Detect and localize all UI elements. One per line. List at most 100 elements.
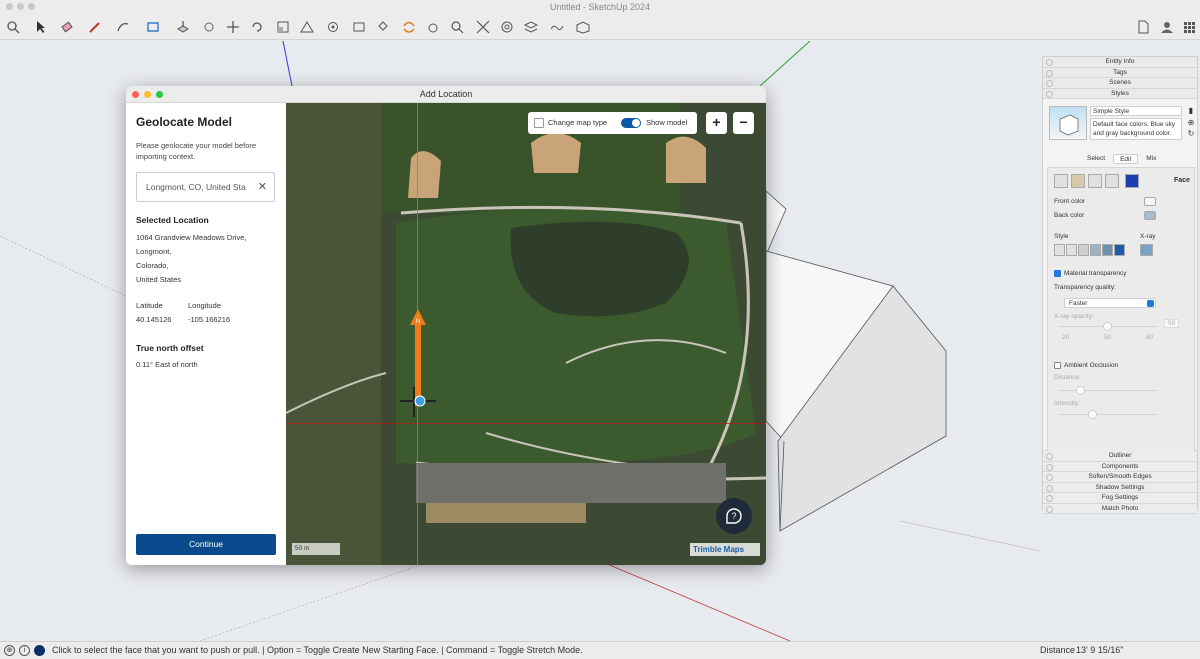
account-icon[interactable]: [1158, 18, 1176, 36]
intensity-track[interactable]: [1058, 414, 1158, 415]
grid-menu-icon[interactable]: [1180, 18, 1198, 36]
show-model-toggle[interactable]: [621, 118, 641, 128]
pan-icon[interactable]: [424, 18, 442, 36]
background-settings-icon[interactable]: [1088, 174, 1102, 188]
shaded-style-icon[interactable]: [1078, 244, 1089, 256]
scale-icon[interactable]: [274, 18, 292, 36]
move-icon[interactable]: [224, 18, 242, 36]
lock-icon[interactable]: ▮: [1186, 106, 1196, 115]
tab-edit[interactable]: Edit: [1113, 154, 1139, 164]
tab-mix[interactable]: Mix: [1140, 154, 1162, 164]
transparency-quality-select[interactable]: Faster: [1064, 298, 1156, 308]
zoom-extents-icon[interactable]: [474, 18, 492, 36]
geolocate-heading: Geolocate Model: [136, 115, 233, 129]
tray-section-styles[interactable]: Styles: [1043, 88, 1197, 99]
tray-section-entity-info[interactable]: Entity Info: [1043, 57, 1197, 68]
wireframe-style-icon[interactable]: [1054, 244, 1065, 256]
search-icon[interactable]: [4, 18, 22, 36]
add-location-dialog: Add Location Geolocate Model Please geol…: [126, 86, 766, 565]
text-tool-icon[interactable]: [350, 18, 368, 36]
ambient-occlusion-checkbox[interactable]: [1054, 362, 1061, 369]
tray-section-tags[interactable]: Tags: [1043, 67, 1197, 78]
tray-section-outliner[interactable]: Outliner: [1043, 451, 1197, 462]
help-button[interactable]: ?: [716, 498, 752, 534]
clear-search-icon[interactable]: ✕: [258, 173, 267, 201]
distance-slider[interactable]: [1076, 386, 1085, 395]
rotate-icon[interactable]: [248, 18, 266, 36]
rectangle-icon[interactable]: [144, 18, 162, 36]
watermark-settings-icon[interactable]: [1105, 174, 1119, 188]
transparency-quality-label: Transparency quality:: [1054, 284, 1116, 291]
sandbox-icon[interactable]: [548, 18, 566, 36]
eraser-icon[interactable]: [58, 18, 76, 36]
tape-measure-icon[interactable]: [324, 18, 342, 36]
pencil-icon[interactable]: [86, 18, 104, 36]
xray-opacity-slider[interactable]: [1103, 322, 1112, 331]
tray-section-soften-smooth[interactable]: Soften/Smooth Edges: [1043, 472, 1197, 483]
xray-opacity-value[interactable]: 50: [1164, 319, 1180, 328]
material-transparency-checkbox[interactable]: [1054, 270, 1061, 277]
dialog-window-controls[interactable]: [132, 91, 163, 98]
style-thumbnail[interactable]: [1049, 106, 1087, 140]
tray-section-components[interactable]: Components: [1043, 461, 1197, 472]
address-line-4: United States: [136, 275, 182, 284]
info-icon[interactable]: i: [19, 645, 30, 656]
edge-settings-icon[interactable]: [1054, 174, 1068, 188]
style-description-field[interactable]: Default face colors. Blue sky and gray b…: [1090, 118, 1182, 140]
tray-section-match-photo[interactable]: Match Photo: [1043, 503, 1197, 514]
extension-warehouse-icon[interactable]: [574, 18, 592, 36]
update-style-icon[interactable]: ↻: [1186, 129, 1196, 138]
document-icon[interactable]: [1134, 18, 1152, 36]
satellite-map[interactable]: N Change map type Show model + − ? 50 m …: [286, 103, 766, 565]
create-style-icon[interactable]: ⊕: [1186, 118, 1196, 127]
change-map-type-checkbox[interactable]: [534, 118, 544, 128]
xray-toggle-icon[interactable]: [1140, 244, 1153, 256]
dialog-titlebar: Add Location: [126, 86, 766, 103]
minimize-icon[interactable]: [144, 91, 151, 98]
tray-section-scenes[interactable]: Scenes: [1043, 78, 1197, 89]
tray-section-fog-settings[interactable]: Fog Settings: [1043, 493, 1197, 504]
close-icon[interactable]: [132, 91, 139, 98]
front-color-swatch[interactable]: [1144, 197, 1156, 206]
address-line-3: Colorado,: [136, 261, 169, 270]
style-name-field[interactable]: Simple Style: [1090, 106, 1182, 116]
follow-me-icon[interactable]: [200, 18, 218, 36]
geo-location-status-icon[interactable]: ⊕: [4, 645, 15, 656]
map-options-bar: Change map type Show model: [528, 112, 697, 134]
monochrome-style-icon[interactable]: [1102, 244, 1113, 256]
tray-section-shadow-settings[interactable]: Shadow Settings: [1043, 482, 1197, 493]
geo-location-icon[interactable]: [498, 18, 516, 36]
warning-icon[interactable]: [298, 18, 316, 36]
change-map-type-label[interactable]: Change map type: [548, 112, 607, 134]
paint-bucket-icon[interactable]: [374, 18, 392, 36]
back-color-swatch[interactable]: [1144, 211, 1156, 220]
hidden-line-style-icon[interactable]: [1066, 244, 1077, 256]
measurement-value[interactable]: 13' 9 15/16": [1076, 642, 1123, 659]
zoom-icon[interactable]: [448, 18, 466, 36]
dialog-title: Add Location: [419, 89, 473, 99]
default-tray: Entity Info Tags Scenes Styles Simple St…: [1042, 56, 1198, 514]
textured-style-icon[interactable]: [1090, 244, 1101, 256]
maximize-icon[interactable]: [156, 91, 163, 98]
account-status-icon[interactable]: [34, 645, 45, 656]
face-settings-icon[interactable]: [1071, 174, 1085, 188]
longitude-label: Longitude: [188, 301, 221, 310]
zoom-in-button[interactable]: +: [706, 112, 727, 134]
modeling-settings-icon[interactable]: [1125, 174, 1139, 188]
push-pull-icon[interactable]: [174, 18, 192, 36]
style-label: Style: [1054, 233, 1069, 240]
model-location-marker[interactable]: N: [394, 301, 446, 431]
arc-icon[interactable]: [114, 18, 132, 36]
orbit-icon[interactable]: [400, 18, 418, 36]
continue-button[interactable]: Continue: [136, 534, 276, 555]
select-arrow-icon[interactable]: [32, 18, 50, 36]
window-controls[interactable]: [6, 3, 35, 10]
zoom-out-button[interactable]: −: [733, 112, 754, 134]
location-search-input[interactable]: Longmont, CO, United Sta ✕: [136, 172, 275, 202]
material-transparency-label: Material transparency: [1064, 270, 1127, 277]
shaded-textures-style-icon[interactable]: [1114, 244, 1125, 256]
distance-track[interactable]: [1058, 390, 1158, 391]
tab-select[interactable]: Select: [1081, 154, 1111, 164]
layers-icon[interactable]: [522, 18, 540, 36]
intensity-slider[interactable]: [1088, 410, 1097, 419]
